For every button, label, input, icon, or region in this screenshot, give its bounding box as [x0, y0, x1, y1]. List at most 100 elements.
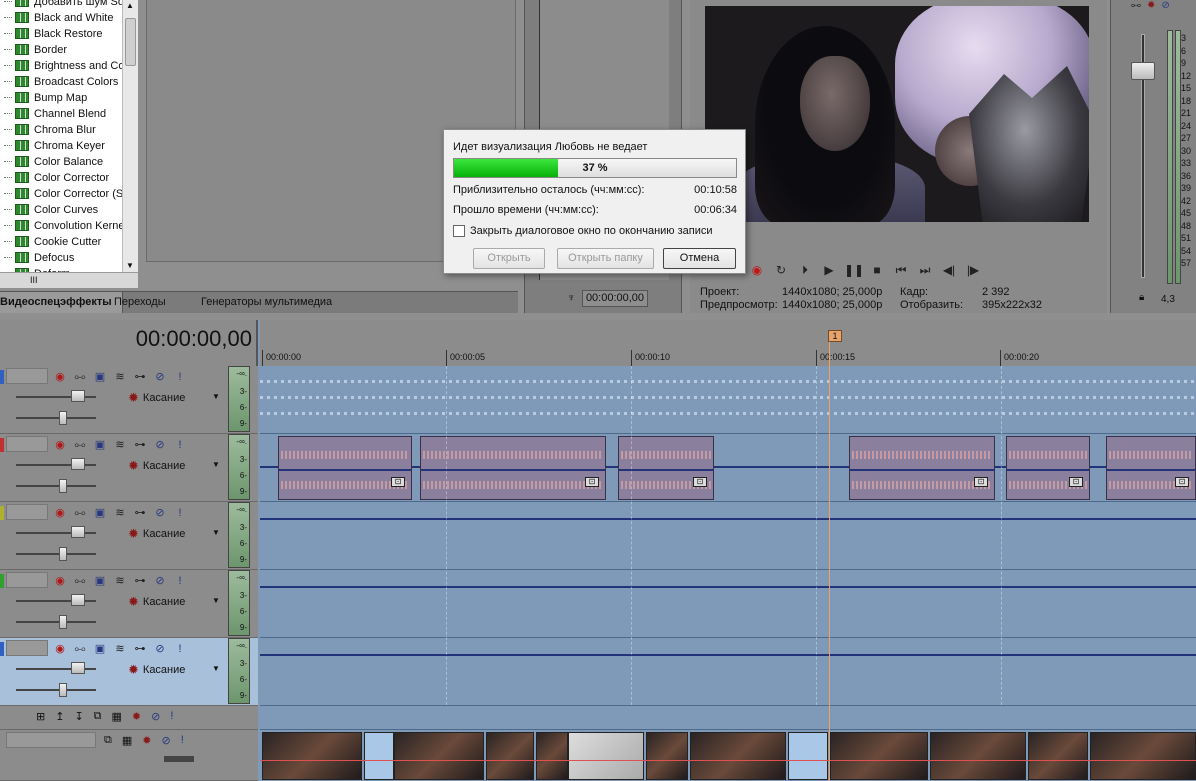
fx-chain-icon[interactable]: ⧟: [1131, 0, 1141, 11]
clip-fx-icon[interactable]: ⊡: [1069, 477, 1083, 487]
video-clip[interactable]: [536, 732, 568, 780]
audio-track-lane[interactable]: [260, 366, 1196, 434]
volume-slider[interactable]: [16, 526, 96, 538]
automation-mode[interactable]: ✹ Касание: [128, 526, 185, 542]
video-clip[interactable]: [486, 732, 534, 780]
audio-track-header[interactable]: ◉ ⧟ ▣ ≋ ⊶ ⊘ ! ✹ Касание ▼ -∞. 3- 6- 9-: [0, 570, 258, 638]
solo-icon[interactable]: !: [172, 574, 188, 588]
volume-slider[interactable]: [16, 594, 96, 606]
clip-fx-icon[interactable]: ⊡: [974, 477, 988, 487]
effect-list-item[interactable]: Brightness and Co: [0, 58, 122, 74]
pan-slider[interactable]: [16, 615, 96, 629]
scrollbar-thumb[interactable]: [125, 18, 136, 66]
record-arm-icon[interactable]: ◉: [52, 438, 68, 452]
automation-icon[interactable]: ≋: [112, 642, 128, 656]
automation-mode[interactable]: ✹ Касание: [128, 594, 185, 610]
audio-track-lane[interactable]: [260, 570, 1196, 638]
gear-icon[interactable]: ✹: [128, 458, 139, 474]
prev-frame-icon[interactable]: ◀|: [940, 262, 958, 278]
video-clip[interactable]: [690, 732, 786, 780]
chevron-down-icon[interactable]: ▼: [212, 664, 220, 673]
track-fx-icon[interactable]: ▣: [92, 370, 108, 384]
audio-track-header[interactable]: ◉ ⧟ ▣ ≋ ⊶ ⊘ ! ✹ Касание ▼ -∞. 3- 6- 9-: [0, 502, 258, 570]
effect-list-item[interactable]: Chroma Keyer: [0, 138, 122, 154]
invert-phase-icon[interactable]: ⧟: [72, 642, 88, 656]
clip-envelope[interactable]: [421, 469, 605, 471]
record-arm-icon[interactable]: ◉: [52, 642, 68, 656]
tab-transitions[interactable]: Переходы: [104, 292, 176, 313]
track-name-field[interactable]: [6, 640, 48, 656]
chevron-down-icon[interactable]: ▼: [212, 460, 220, 469]
cancel-button[interactable]: Отмена: [663, 248, 736, 269]
chevron-down-icon[interactable]: ▼: [212, 596, 220, 605]
audio-track-lane[interactable]: [260, 638, 1196, 706]
composite-icon[interactable]: ⧉: [104, 734, 112, 747]
lock-icon[interactable]: 🔒︎: [1139, 292, 1144, 303]
pan-knob[interactable]: [59, 479, 67, 493]
track-name-field[interactable]: [6, 436, 48, 452]
invert-phase-icon[interactable]: ⧟: [72, 506, 88, 520]
clip-fx-icon[interactable]: ⊡: [391, 477, 405, 487]
effects-scrollbar[interactable]: ▼ ▲: [122, 0, 138, 272]
audio-track-lane[interactable]: [260, 502, 1196, 570]
automation-mode[interactable]: ✹ Касание: [128, 662, 185, 678]
gear-icon[interactable]: ✹: [1147, 0, 1155, 11]
clip-fx-icon[interactable]: ⊡: [585, 477, 599, 487]
effect-list-item[interactable]: Color Corrector: [0, 170, 122, 186]
gear-icon[interactable]: ✹: [128, 662, 139, 678]
automation-mode[interactable]: ✹ Касание: [128, 458, 185, 474]
envelope-icon[interactable]: ⊶: [132, 438, 148, 452]
video-clip[interactable]: [830, 732, 928, 780]
effect-list-item[interactable]: Chroma Blur: [0, 122, 122, 138]
stop-icon[interactable]: ■: [868, 262, 886, 278]
automation-icon[interactable]: ≋: [112, 574, 128, 588]
pan-slider[interactable]: [16, 683, 96, 697]
audio-clip[interactable]: ⊡: [278, 436, 412, 500]
audio-clip[interactable]: ⊡: [1106, 436, 1196, 500]
open-folder-button[interactable]: Открыть папку: [557, 248, 654, 269]
clip-envelope[interactable]: [850, 469, 994, 471]
clip-fx-icon[interactable]: ⊡: [1175, 477, 1189, 487]
mute-icon[interactable]: ⊘: [152, 370, 168, 384]
pan-slider[interactable]: [16, 547, 96, 561]
mute-icon[interactable]: ⊘: [152, 438, 168, 452]
track-fx-icon[interactable]: ▣: [92, 506, 108, 520]
envelope-icon[interactable]: ⊶: [132, 574, 148, 588]
close-on-finish-checkbox[interactable]: Закрыть диалоговое окно по окончанию зап…: [453, 225, 713, 237]
checkbox-box[interactable]: [453, 225, 465, 237]
mute-icon[interactable]: ⊘: [152, 574, 168, 588]
mode-icon[interactable]: ⊞: [36, 710, 45, 723]
video-clip[interactable]: [262, 732, 362, 780]
video-clip[interactable]: [1028, 732, 1088, 780]
volume-slider[interactable]: [16, 390, 96, 402]
volume-slider[interactable]: [16, 662, 96, 674]
video-clip[interactable]: [646, 732, 688, 780]
effects-horizontal-scrollbar[interactable]: III: [0, 272, 138, 288]
volume-envelope[interactable]: [260, 518, 1196, 520]
play-from-start-icon[interactable]: ⏵: [796, 262, 814, 278]
automation-mode[interactable]: ✹ Касание: [128, 390, 185, 406]
clip-envelope[interactable]: [1107, 469, 1195, 471]
audio-track-header[interactable]: ◉ ⧟ ▣ ≋ ⊶ ⊘ ! ✹ Касание ▼ -∞. 3- 6- 9-: [0, 434, 258, 502]
audio-clip[interactable]: ⊡: [849, 436, 995, 500]
track-name-field[interactable]: [6, 572, 48, 588]
down-icon[interactable]: ↧: [74, 710, 83, 723]
record-arm-icon[interactable]: ◉: [52, 506, 68, 520]
pan-knob[interactable]: [59, 547, 67, 561]
opacity-slider[interactable]: [164, 756, 194, 762]
master-fader-knob[interactable]: [1131, 62, 1155, 80]
pause-icon[interactable]: ❚❚: [844, 262, 864, 278]
mute-icon[interactable]: ⊘: [1161, 0, 1169, 11]
volume-knob[interactable]: [71, 458, 85, 470]
effect-list-item[interactable]: Broadcast Colors: [0, 74, 122, 90]
go-to-end-icon[interactable]: ⏭: [916, 262, 934, 278]
audio-clip[interactable]: ⊡: [420, 436, 606, 500]
video-clip[interactable]: [930, 732, 1026, 780]
solo-icon[interactable]: !: [172, 438, 188, 452]
opacity-envelope[interactable]: [260, 760, 1196, 761]
effect-list-item[interactable]: Color Corrector (S: [0, 186, 122, 202]
effect-list-item[interactable]: Cookie Cutter: [0, 234, 122, 250]
video-clip[interactable]: [568, 732, 644, 780]
record-arm-icon[interactable]: ◉: [52, 574, 68, 588]
pan-knob[interactable]: [59, 411, 67, 425]
